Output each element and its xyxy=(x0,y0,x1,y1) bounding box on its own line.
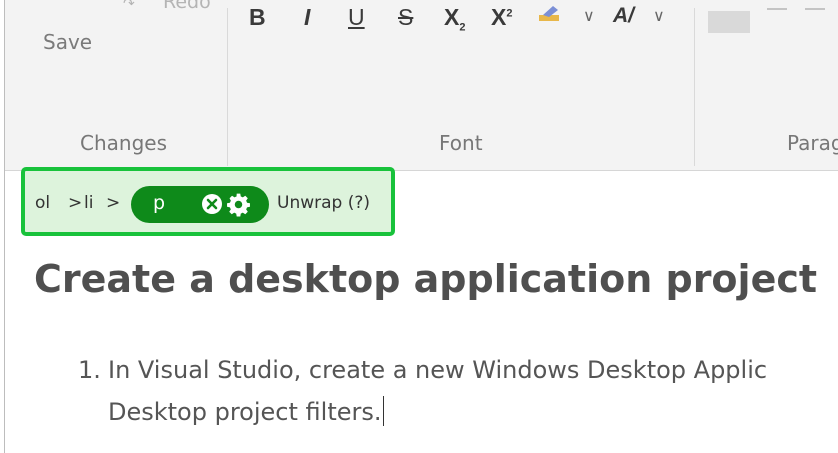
group-label-changes: Changes xyxy=(80,131,167,155)
font-color-icon[interactable]: A/ xyxy=(613,4,634,28)
ribbon-separator xyxy=(227,8,228,166)
ribbon-separator xyxy=(694,8,695,166)
strikethrough-button[interactable]: S xyxy=(398,4,413,31)
redo-icon[interactable]: ↷ xyxy=(123,0,135,12)
gear-icon[interactable] xyxy=(226,192,251,217)
unwrap-button[interactable]: Unwrap (?) xyxy=(277,193,370,213)
subscript-button[interactable]: X2 xyxy=(444,4,465,34)
breadcrumb-item-li[interactable]: li xyxy=(84,193,93,213)
list-item-text[interactable]: Desktop project filters. xyxy=(108,398,382,426)
breadcrumb-separator: > xyxy=(106,193,121,213)
paragraph-style-button[interactable] xyxy=(708,11,750,33)
document-heading[interactable]: Create a desktop application project xyxy=(34,257,817,301)
active-element-tag: p xyxy=(153,192,166,214)
group-label-paragraph: Parag xyxy=(787,131,838,155)
list-item-number: 1. xyxy=(78,356,101,384)
list-item-text-line[interactable]: In Visual Studio, create a new Windows D… xyxy=(108,356,767,384)
superscript-mark: 2 xyxy=(506,7,513,20)
chevron-down-icon[interactable]: ∨ xyxy=(653,6,665,25)
redo-button-label[interactable]: Redo xyxy=(163,0,211,13)
group-label-font: Font xyxy=(439,131,483,155)
chevron-down-icon[interactable]: ∨ xyxy=(583,6,595,25)
superscript-button[interactable]: X2 xyxy=(491,4,512,31)
list-item-text-line[interactable]: Desktop project filters. xyxy=(108,396,384,426)
paragraph-dash-icon[interactable] xyxy=(767,8,787,10)
active-element-pill[interactable]: p xyxy=(131,186,269,223)
bold-button[interactable]: B xyxy=(249,4,266,31)
close-icon[interactable] xyxy=(201,193,223,215)
superscript-base: X xyxy=(491,4,507,30)
breadcrumb-separator: > xyxy=(68,193,83,213)
subscript-mark: 2 xyxy=(459,21,466,34)
element-breadcrumb-bar: ol > li > p Unwrap (?) xyxy=(21,167,395,236)
ribbon: ↷ Redo Save Changes Font Parag B I U S X… xyxy=(5,0,838,171)
paragraph-dash-icon[interactable] xyxy=(805,8,825,10)
highlight-icon[interactable] xyxy=(537,5,563,23)
italic-button[interactable]: I xyxy=(304,4,310,31)
subscript-base: X xyxy=(444,4,460,30)
breadcrumb-item-ol[interactable]: ol xyxy=(35,193,50,213)
underline-button[interactable]: U xyxy=(348,4,365,31)
text-caret xyxy=(382,396,384,426)
save-button[interactable]: Save xyxy=(43,30,92,54)
